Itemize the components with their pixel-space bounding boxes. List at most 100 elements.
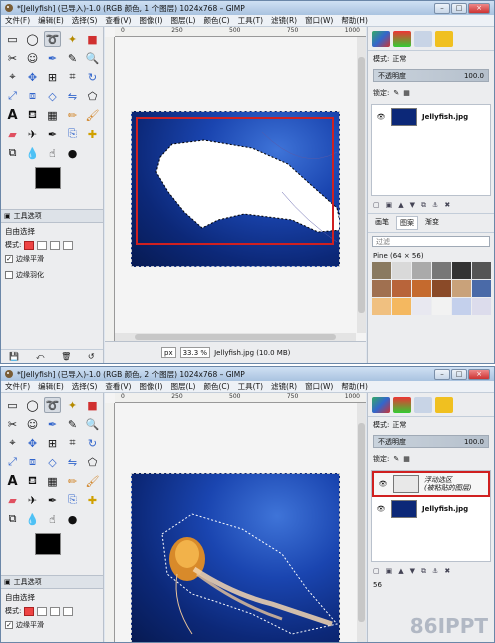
cage-icon[interactable]: ⬠: [84, 88, 101, 104]
pencil-icon[interactable]: ✏: [64, 107, 81, 123]
paths-icon[interactable]: ✒: [44, 416, 61, 432]
perspective-clone-icon[interactable]: ⧉: [4, 511, 21, 527]
pattern-swatch[interactable]: [472, 280, 491, 297]
minimize-button[interactable]: –: [434, 368, 450, 380]
pattern-swatch[interactable]: [372, 298, 391, 315]
shear-icon[interactable]: ⧈: [24, 88, 41, 104]
move-icon[interactable]: ✥: [24, 69, 41, 85]
color-picker-icon[interactable]: ✎: [64, 50, 81, 66]
zoom-icon[interactable]: 🔍: [84, 50, 101, 66]
new-layer-icon[interactable]: ▢: [373, 201, 380, 210]
delete-layer-icon[interactable]: ✖: [444, 567, 450, 576]
pattern-grid[interactable]: [368, 262, 494, 315]
menu-colors[interactable]: 颜色(C): [203, 381, 229, 392]
menu-view[interactable]: 查看(V): [105, 381, 131, 392]
menu-filters[interactable]: 滤镜(R): [271, 15, 297, 26]
vertical-scrollbar[interactable]: [357, 37, 366, 333]
paintbrush-icon[interactable]: 🖌: [84, 473, 101, 489]
pattern-swatch[interactable]: [452, 262, 471, 279]
lock-pixels-icon[interactable]: ✎: [393, 455, 399, 463]
fuzzy-select-icon[interactable]: ✦: [64, 31, 81, 47]
maximize-button[interactable]: □: [451, 368, 467, 380]
foreground-color-swatch[interactable]: [35, 533, 61, 555]
new-group-icon[interactable]: ▣: [386, 567, 393, 576]
blend-icon[interactable]: ▦: [44, 107, 61, 123]
color-select-icon[interactable]: ■: [84, 31, 101, 47]
antialias-checkbox[interactable]: ✓ 边缘平滑: [1, 251, 103, 267]
anchor-layer-icon[interactable]: ⚓: [432, 201, 438, 210]
eye-icon[interactable]: 👁: [378, 480, 388, 488]
menu-select[interactable]: 选择(S): [72, 15, 98, 26]
undo-tab-icon[interactable]: [435, 30, 453, 47]
menu-layer[interactable]: 图层(L): [170, 15, 195, 26]
smudge-icon[interactable]: ☝: [44, 145, 61, 161]
foreground-select-icon[interactable]: ☺: [24, 416, 41, 432]
tool-options-tab[interactable]: ▣ 工具选项: [1, 209, 103, 223]
pattern-swatch[interactable]: [372, 280, 391, 297]
paths-tab-icon[interactable]: [414, 396, 432, 413]
heal-icon[interactable]: ✚: [84, 492, 101, 508]
blur-icon[interactable]: 💧: [24, 145, 41, 161]
text-icon[interactable]: A: [4, 473, 21, 489]
scissors-icon[interactable]: ✂: [4, 416, 21, 432]
pattern-swatch[interactable]: [412, 280, 431, 297]
fg-bg-colors[interactable]: [5, 533, 103, 575]
lower-layer-icon[interactable]: ▼: [410, 567, 415, 576]
rect-select-icon[interactable]: ▭: [4, 397, 21, 413]
mode-replace-button[interactable]: [24, 606, 35, 616]
vertical-scroll-thumb[interactable]: [358, 423, 365, 622]
antialias-checkbox-box[interactable]: ✓: [5, 621, 13, 629]
maximize-button[interactable]: □: [451, 2, 467, 14]
pattern-swatch[interactable]: [472, 298, 491, 315]
paths-icon[interactable]: ✒: [44, 50, 61, 66]
menu-filters[interactable]: 滤镜(R): [271, 381, 297, 392]
save-options-icon[interactable]: 💾: [9, 352, 19, 361]
horizontal-scrollbar[interactable]: [115, 333, 356, 341]
scissors-icon[interactable]: ✂: [4, 50, 21, 66]
crop-icon[interactable]: ⌗: [64, 69, 81, 85]
canvas-area[interactable]: 0 250 500 750 1000 px 33.3 % Jellyfish.j…: [105, 27, 366, 363]
lock-pixels-icon[interactable]: ✎: [393, 89, 399, 97]
layer-mode-select[interactable]: 正常: [392, 420, 406, 430]
perspective-icon[interactable]: ◇: [44, 88, 61, 104]
paths-tab-icon[interactable]: [414, 30, 432, 47]
menu-file[interactable]: 文件(F): [5, 15, 30, 26]
bucket-fill-icon[interactable]: ⛾: [24, 473, 41, 489]
layer-row[interactable]: 👁 Jellyfish.jpg: [372, 105, 490, 129]
free-select-icon[interactable]: ➰: [44, 397, 61, 413]
fuzzy-select-icon[interactable]: ✦: [64, 397, 81, 413]
scale-icon[interactable]: ⤢: [4, 454, 21, 470]
pattern-swatch[interactable]: [392, 280, 411, 297]
lower-layer-icon[interactable]: ▼: [410, 201, 415, 210]
color-picker-icon[interactable]: ✎: [64, 416, 81, 432]
menu-edit[interactable]: 编辑(E): [38, 381, 64, 392]
mode-replace-button[interactable]: [24, 240, 35, 250]
menu-image[interactable]: 图像(I): [139, 381, 162, 392]
eraser-icon[interactable]: ▰: [4, 492, 21, 508]
opacity-slider[interactable]: 不透明度 100.0: [373, 435, 489, 448]
channels-tab-icon[interactable]: [393, 30, 411, 47]
foreground-select-icon[interactable]: ☺: [24, 50, 41, 66]
menu-windows[interactable]: 窗口(W): [305, 15, 333, 26]
bucket-fill-icon[interactable]: ⛾: [24, 107, 41, 123]
menu-edit[interactable]: 编辑(E): [38, 15, 64, 26]
image-canvas[interactable]: [131, 473, 340, 642]
menu-tools[interactable]: 工具(T): [238, 15, 263, 26]
fg-bg-colors[interactable]: [5, 167, 103, 209]
airbrush-icon[interactable]: ✈: [24, 492, 41, 508]
tab-gradients[interactable]: 渐变: [422, 216, 442, 230]
pattern-swatch[interactable]: [432, 262, 451, 279]
rotate-icon[interactable]: ↻: [84, 69, 101, 85]
mode-intersect-button[interactable]: [63, 240, 74, 250]
pencil-icon[interactable]: ✏: [64, 473, 81, 489]
duplicate-layer-icon[interactable]: ⧉: [421, 567, 426, 576]
vertical-scroll-thumb[interactable]: [358, 57, 365, 313]
new-group-icon[interactable]: ▣: [386, 201, 393, 210]
ink-icon[interactable]: ✒: [44, 126, 61, 142]
menu-file[interactable]: 文件(F): [5, 381, 30, 392]
pattern-swatch[interactable]: [452, 298, 471, 315]
layers-tab-icon[interactable]: [372, 396, 390, 413]
lock-alpha-icon[interactable]: ▦: [403, 89, 410, 97]
close-button[interactable]: ×: [468, 2, 490, 14]
foreground-color-swatch[interactable]: [35, 167, 61, 189]
